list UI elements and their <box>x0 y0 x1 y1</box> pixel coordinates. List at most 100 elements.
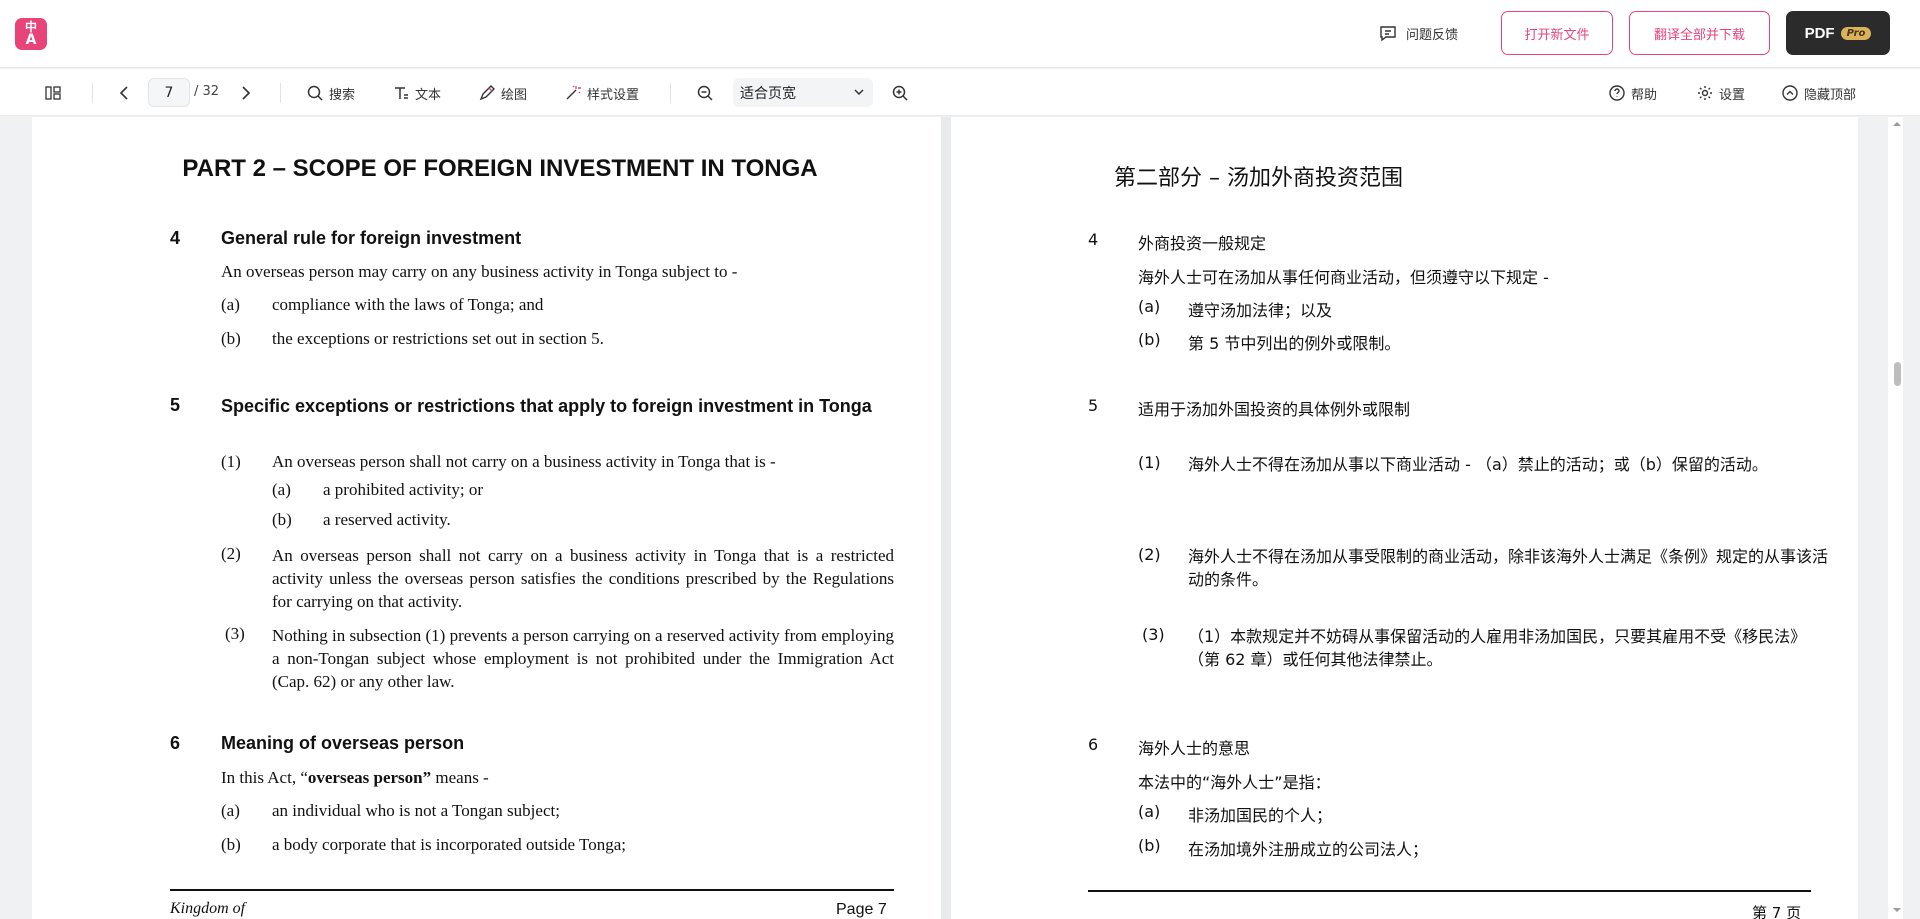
zoom-value: 适合页宽 <box>740 86 796 102</box>
section-number: 6 <box>170 733 181 753</box>
zoom-in-icon <box>892 85 908 101</box>
section-number: 6 <box>1088 735 1099 754</box>
section-number: 4 <box>1088 230 1099 249</box>
chevron-left-icon <box>119 86 128 100</box>
hide-top-button[interactable]: 隐藏顶部 <box>1781 81 1856 105</box>
toolbar-divider <box>280 83 281 103</box>
scroll-down-arrow-icon[interactable] <box>1892 905 1902 915</box>
total-pages: / 32 <box>194 84 220 99</box>
sub-item-label: (a) <box>272 480 291 499</box>
section-title: Specific exceptions or restrictions that… <box>221 396 872 416</box>
chevron-right-icon <box>242 86 251 100</box>
zoom-out-button[interactable] <box>696 81 714 105</box>
next-page-button[interactable] <box>236 81 254 105</box>
toolbar-divider <box>92 83 93 103</box>
app-logo-icon[interactable]: 中 A <box>15 18 47 50</box>
item-label: (b) <box>221 835 241 854</box>
part-title: 第二部分 – 汤加外商投资范围 <box>1114 166 1403 191</box>
prev-page-button[interactable] <box>116 81 134 105</box>
item-label: (b) <box>221 329 241 348</box>
style-settings-button[interactable]: 样式设置 <box>564 81 639 105</box>
chevron-down-icon <box>854 89 864 96</box>
scrollbar-track[interactable] <box>1888 117 1903 919</box>
page-number-input[interactable] <box>148 78 190 107</box>
footer-kingdom-text: Kingdom of <box>170 900 246 917</box>
search-button[interactable]: 搜索 <box>306 81 355 105</box>
item-text: an individual who is not a Tongan subjec… <box>272 801 560 820</box>
text-label: 文本 <box>415 87 442 103</box>
item-text: An overseas person shall not carry on a … <box>272 546 894 611</box>
settings-label: 设置 <box>1719 87 1746 103</box>
item-text: a body corporate that is incorporated ou… <box>272 835 626 854</box>
item-label: (a) <box>221 801 240 820</box>
item-text: （1）本款规定并不妨碍从事保留活动的人雇用非汤加国民，只要其雇用不受《移民法》（… <box>1188 627 1807 669</box>
sub-item-text: a reserved activity. <box>323 510 451 529</box>
section-number: 5 <box>170 395 181 415</box>
item-text: 海外人士不得在汤加从事受限制的商业活动，除非该海外人士满足《条例》规定的从事该活… <box>1188 547 1829 589</box>
section-number: 4 <box>170 228 181 248</box>
hide-top-label: 隐藏顶部 <box>1804 87 1857 103</box>
text-tool-button[interactable]: 文本 <box>392 81 441 105</box>
section-number: 5 <box>1088 396 1099 415</box>
section-title: 适用于汤加外国投资的具体例外或限制 <box>1138 400 1411 419</box>
top-header: 中 A 问题反馈 打开新文件 翻译全部并下载 PDF Pro <box>0 0 1920 68</box>
gear-icon <box>1698 86 1712 100</box>
sidebar-layout-icon <box>45 86 61 100</box>
item-label: (3) <box>225 624 245 643</box>
zoom-out-icon <box>697 85 713 101</box>
item-text: 遵守汤加法律；以及 <box>1188 301 1333 320</box>
section-title: 外商投资一般规定 <box>1138 234 1267 253</box>
item-text: 海外人士不得在汤加从事以下商业活动 - （a）禁止的活动；或（b）保留的活动。 <box>1188 455 1768 474</box>
draw-label: 绘图 <box>501 87 528 103</box>
item-label: (b) <box>1138 836 1161 855</box>
item-label: (1) <box>1138 453 1161 472</box>
settings-button[interactable]: 设置 <box>1696 81 1745 105</box>
style-settings-label: 样式设置 <box>587 87 640 103</box>
footer-divider <box>1088 890 1811 892</box>
search-label: 搜索 <box>329 87 356 103</box>
item-label: (a) <box>1138 297 1161 316</box>
scroll-up-arrow-icon[interactable] <box>1892 119 1902 129</box>
help-icon <box>1609 85 1625 101</box>
translated-document-page: 第二部分 – 汤加外商投资范围 4 外商投资一般规定 海外人士可在汤加从事任何商… <box>951 117 1858 919</box>
sub-item-text: a prohibited activity; or <box>323 480 484 499</box>
item-label: (a) <box>1138 802 1161 821</box>
item-text: 第 5 节中列出的例外或限制。 <box>1188 334 1401 353</box>
footer-page-number: Page 7 <box>836 901 887 918</box>
text-icon <box>395 87 408 99</box>
toggle-sidebar-button[interactable] <box>44 81 62 105</box>
section-title: Meaning of overseas person <box>221 733 465 753</box>
page-gutter <box>941 117 951 919</box>
section-intro: 本法中的“海外人士”是指： <box>1138 773 1331 792</box>
scrollbar-thumb[interactable] <box>1894 362 1901 386</box>
item-text: 在汤加境外注册成立的公司法人； <box>1188 840 1429 859</box>
translate-all-download-button[interactable]: 翻译全部并下载 <box>1629 11 1770 55</box>
help-label: 帮助 <box>1631 87 1658 103</box>
section-intro: 海外人士可在汤加从事任何商业活动，但须遵守以下规定 - <box>1138 268 1549 287</box>
pro-badge: Pro <box>1840 26 1872 40</box>
zoom-select[interactable]: 适合页宽 <box>733 78 873 107</box>
item-label: (b) <box>1138 330 1161 349</box>
pdf-pro-button[interactable]: PDF Pro <box>1786 11 1890 55</box>
footer-divider <box>170 889 894 891</box>
draw-tool-button[interactable]: 绘图 <box>478 81 527 105</box>
item-label: (1) <box>221 452 241 471</box>
help-button[interactable]: 帮助 <box>1608 81 1657 105</box>
item-text: Nothing in subsection (1) prevents a per… <box>272 626 894 691</box>
pen-icon <box>479 85 495 101</box>
item-label: (3) <box>1142 625 1165 644</box>
toolbar-divider <box>670 83 671 103</box>
item-text: An overseas person shall not carry on a … <box>272 452 776 471</box>
chevron-up-circle-icon <box>1782 85 1798 101</box>
item-label: (a) <box>221 295 240 314</box>
feedback-button[interactable]: 问题反馈 <box>1378 21 1458 45</box>
section-title: General rule for foreign investment <box>221 228 522 248</box>
feedback-icon <box>1380 26 1396 42</box>
item-label: (2) <box>221 544 241 563</box>
sub-item-label: (b) <box>272 510 292 529</box>
item-text: 非汤加国民的个人； <box>1188 806 1333 825</box>
toolbar: / 32 搜索 文本 绘图 样式设置 适合页宽 帮助 设置 隐藏顶部 <box>0 69 1920 116</box>
zoom-in-button[interactable] <box>891 81 909 105</box>
open-new-file-button[interactable]: 打开新文件 <box>1501 11 1613 55</box>
part-title: PART 2 – SCOPE OF FOREIGN INVESTMENT IN … <box>182 155 818 182</box>
